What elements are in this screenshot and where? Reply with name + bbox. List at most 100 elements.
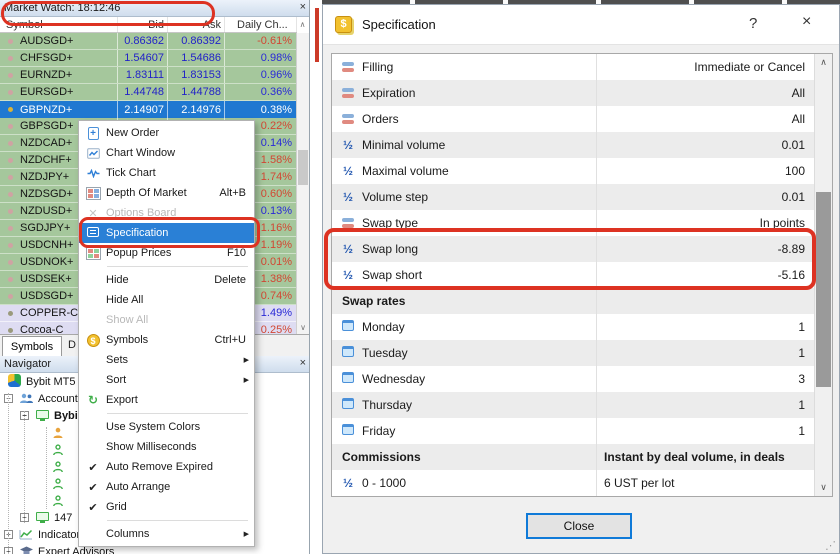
tick-chart-icon <box>87 169 100 178</box>
market-watch-column-headers: Symbol Bid Ask Daily Ch... <box>0 17 297 33</box>
symbol-status-dot-icon <box>8 311 13 316</box>
menu-item-specification[interactable]: Specification <box>79 223 254 243</box>
scroll-down-icon[interactable]: ∨ <box>815 482 832 493</box>
daily-change-value: 0.38% <box>261 104 292 116</box>
spec-row-label: Friday <box>332 418 597 444</box>
half-icon: ½ <box>343 476 353 490</box>
symbol-cell: EURNZD+ <box>0 67 118 83</box>
menu-item-chart-window[interactable]: Chart Window <box>79 143 254 163</box>
check-icon: ✔ <box>88 461 97 474</box>
market-watch-row[interactable]: CHFSGD+1.546071.546860.98% <box>0 50 297 67</box>
scroll-up-icon[interactable]: ∧ <box>296 17 309 33</box>
scroll-up-icon[interactable]: ∧ <box>815 57 832 68</box>
symbol-status-dot-icon <box>8 175 13 180</box>
market-watch-titlebar[interactable]: Market Watch: 18:12:46 × <box>0 0 309 17</box>
options-board-icon: ✕ <box>88 207 97 220</box>
close-icon[interactable]: × <box>300 357 306 369</box>
spec-label-text: Commissions <box>342 450 421 464</box>
menu-item-auto-arrange[interactable]: ✔Auto Arrange <box>79 477 254 497</box>
menu-item-tick-chart[interactable]: Tick Chart <box>79 163 254 183</box>
person-orange-icon <box>52 427 64 439</box>
menu-item-label: Chart Window <box>106 147 175 159</box>
bid-cell: 2.14907 <box>118 101 168 118</box>
close-icon[interactable]: × <box>802 13 811 31</box>
symbol-status-dot-icon <box>8 124 13 129</box>
export-icon: ↻ <box>88 394 98 407</box>
menu-item-columns[interactable]: Columns▶ <box>79 524 254 544</box>
column-header-ask[interactable]: Ask <box>168 17 225 32</box>
column-header-bid[interactable]: Bid <box>118 17 168 32</box>
market-watch-scrollbar[interactable]: ∨ <box>296 33 309 334</box>
menu-item-export[interactable]: ↻Export <box>79 390 254 410</box>
column-header-symbol[interactable]: Symbol <box>0 17 118 32</box>
close-button[interactable]: Close <box>526 513 632 539</box>
menu-item-use-system-colors[interactable]: Use System Colors <box>79 417 254 437</box>
spec-label-text: Filling <box>362 60 393 74</box>
depth-of-market-icon <box>86 187 101 200</box>
menu-item-show-all[interactable]: Show All <box>79 310 254 330</box>
tree-connector <box>46 427 47 509</box>
menu-item-new-order[interactable]: +New Order <box>79 123 254 143</box>
menu-item-depth-of-market[interactable]: Depth Of Market Alt+B <box>79 183 254 203</box>
menu-item-hide-all[interactable]: Hide All <box>79 290 254 310</box>
stack-icon <box>342 114 354 124</box>
menu-item-sets[interactable]: Sets▶ <box>79 350 254 370</box>
daily-change-value: 0.01% <box>261 256 292 268</box>
popup-prices-icon <box>86 247 101 260</box>
person-green-icon <box>52 461 64 473</box>
menu-item-label: Depth Of Market <box>106 187 187 199</box>
daily-change-cell: 0.98% <box>225 50 297 66</box>
mt5-workspace: Market Watch: 18:12:46 × Symbol Bid Ask … <box>0 0 840 554</box>
menu-item-label: Show All <box>106 314 148 326</box>
symbol-status-dot-icon <box>8 328 13 333</box>
spec-row-label: Filling <box>332 54 597 80</box>
scrollbar-thumb[interactable] <box>298 150 308 185</box>
symbol-status-dot-icon <box>8 107 13 112</box>
menu-item-grid[interactable]: ✔Grid <box>79 497 254 517</box>
menu-item-hide[interactable]: HideDelete <box>79 270 254 290</box>
tab-symbols[interactable]: Symbols <box>2 336 62 357</box>
ask-cell: 1.44788 <box>168 84 225 100</box>
close-icon[interactable]: × <box>300 1 306 13</box>
dialog-scrollbar[interactable]: ∧ ∨ <box>814 54 832 496</box>
ask-cell: 1.54686 <box>168 50 225 66</box>
menu-item-symbols[interactable]: $SymbolsCtrl+U <box>79 330 254 350</box>
menu-item-auto-remove-expired[interactable]: ✔Auto Remove Expired <box>79 457 254 477</box>
resize-grip-icon[interactable]: ⋰ <box>825 539 836 552</box>
expert-advisors-icon <box>19 546 34 554</box>
menu-item-options-board[interactable]: ✕Options Board <box>79 203 254 223</box>
daily-change-value: 1.74% <box>261 171 292 183</box>
scrollbar-thumb[interactable] <box>816 192 831 387</box>
scroll-down-icon[interactable]: ∨ <box>297 323 309 332</box>
spec-row-label: ½Swap short <box>332 262 597 288</box>
tab-details[interactable]: D <box>68 339 76 351</box>
daily-change-cell: 0.38% <box>225 101 297 118</box>
calendar-icon <box>342 320 354 334</box>
menu-item-shortcut: Alt+B <box>219 187 246 199</box>
dialog-titlebar[interactable]: $ Specification ? × <box>323 5 839 45</box>
menu-item-sort[interactable]: Sort▶ <box>79 370 254 390</box>
spec-row-commissions: CommissionsInstant by deal volume, in de… <box>332 444 832 470</box>
half-icon: ½ <box>343 190 353 204</box>
spec-row-value: 3 <box>597 366 832 392</box>
new-order-icon: + <box>88 127 99 140</box>
symbols-coin-icon: $ <box>335 16 352 33</box>
menu-item-label: Use System Colors <box>106 421 200 433</box>
market-watch-row[interactable]: GBPNZD+2.149072.149760.38% <box>0 101 297 118</box>
symbol-cell: CHFSGD+ <box>0 50 118 66</box>
spec-row-thursday: Thursday1 <box>332 392 832 418</box>
menu-item-popup-prices[interactable]: Popup PricesF10 <box>79 243 254 263</box>
spec-row-tuesday: Tuesday1 <box>332 340 832 366</box>
ask-cell: 0.86392 <box>168 33 225 49</box>
menu-item-show-milliseconds[interactable]: Show Milliseconds <box>79 437 254 457</box>
market-watch-row[interactable]: EURSGD+1.447481.447880.36% <box>0 84 297 101</box>
symbol-status-dot-icon <box>8 260 13 265</box>
menu-item-shortcut: Delete <box>214 274 246 286</box>
market-watch-row[interactable]: EURNZD+1.831111.831530.96% <box>0 67 297 84</box>
market-watch-row[interactable]: AUDSGD+0.863620.86392-0.61% <box>0 33 297 50</box>
column-header-daily[interactable]: Daily Ch... <box>225 17 297 32</box>
help-icon[interactable]: ? <box>749 15 757 32</box>
spec-label-text: Volume step <box>362 190 428 204</box>
check-icon: ✔ <box>84 481 102 494</box>
symbol-name: EURSGD+ <box>20 86 74 98</box>
